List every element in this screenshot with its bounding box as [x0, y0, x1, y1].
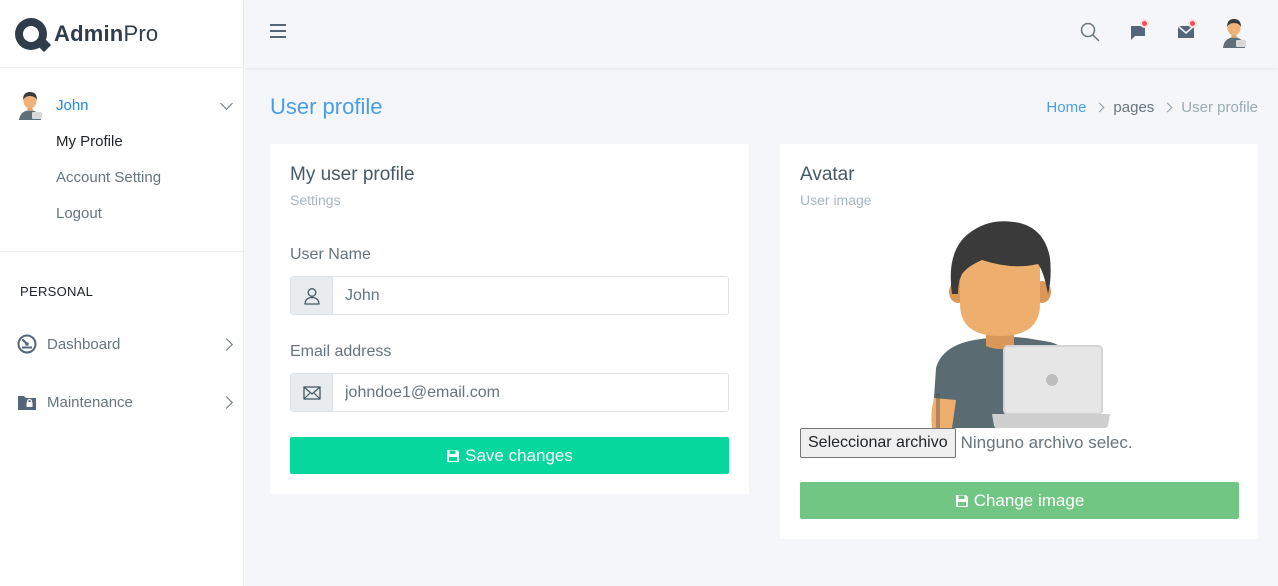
change-image-label: Change image [973, 490, 1085, 510]
notification-dot [1140, 19, 1149, 28]
sidebar-item-dashboard[interactable]: Dashboard [0, 315, 243, 373]
chevron-right-icon [220, 395, 233, 409]
menu-item-account-setting[interactable]: Account Setting [0, 160, 243, 196]
topbar-icons [1066, 16, 1258, 48]
choose-file-button[interactable]: Seleccionar archivo [800, 428, 956, 458]
floppy-disk-icon [447, 449, 460, 462]
card-subtitle: User image [800, 192, 872, 208]
gauge-icon [17, 334, 37, 354]
user-avatar-icon [1223, 19, 1246, 48]
user-avatar-icon [19, 92, 42, 120]
user-avatar-image [931, 221, 1110, 428]
mail-button[interactable] [1162, 16, 1210, 48]
breadcrumb-pages[interactable]: pages [1113, 99, 1154, 116]
chevron-right-icon [1094, 102, 1105, 113]
page-title: User profile [270, 94, 383, 119]
card-title: My user profile [290, 164, 415, 185]
sidebar-item-label: Maintenance [47, 393, 133, 411]
breadcrumb-home[interactable]: Home [1046, 99, 1086, 116]
profile-card: My user profile Settings User Name Email… [270, 144, 749, 494]
user-avatar[interactable] [1210, 16, 1258, 48]
file-status: Ninguno archivo selec. [960, 433, 1133, 452]
envelope-icon [302, 385, 321, 400]
user-menu-toggle[interactable]: John [0, 86, 243, 124]
topbar [244, 0, 1278, 68]
sidebar: AdminPro John My Profile Account Setting… [0, 0, 244, 586]
search-icon [1080, 22, 1100, 42]
user-name: John [56, 96, 89, 114]
logo-icon [15, 17, 52, 52]
logo[interactable]: AdminPro [0, 0, 243, 68]
floppy-disk-icon [955, 494, 968, 507]
change-image-button[interactable]: Change image [800, 482, 1239, 519]
username-group [290, 276, 729, 315]
username-label: User Name [290, 246, 371, 263]
file-input: Seleccionar archivo Ninguno archivo sele… [800, 428, 1133, 458]
breadcrumb-current: User profile [1181, 99, 1258, 116]
user-icon [303, 287, 320, 305]
user-menu: John My Profile Account Setting Logout [0, 68, 243, 252]
messages-button[interactable] [1114, 16, 1162, 48]
card-title: Avatar [800, 164, 855, 185]
save-changes-label: Save changes [465, 445, 573, 465]
notification-dot [1188, 19, 1197, 28]
breadcrumb: Home pages User profile [1046, 99, 1258, 116]
menu-item-logout[interactable]: Logout [0, 196, 243, 232]
card-subtitle: Settings [290, 192, 341, 208]
username-input[interactable] [333, 277, 728, 314]
avatar-card: Avatar User image Seleccionar archivo Ni… [780, 144, 1258, 539]
brand-name-light: Pro [123, 20, 159, 46]
user-submenu: My Profile Account Setting Logout [0, 124, 243, 232]
folder-lock-icon [18, 396, 36, 410]
brand-name-bold: Admin [54, 20, 124, 46]
sidebar-item-maintenance[interactable]: Maintenance [0, 373, 243, 431]
search-button[interactable] [1066, 16, 1114, 48]
hamburger-menu-icon[interactable] [270, 24, 286, 38]
section-label-personal: PERSONAL [20, 284, 94, 299]
menu-item-my-profile[interactable]: My Profile [0, 124, 243, 160]
sidebar-item-label: Dashboard [47, 335, 121, 353]
chevron-down-icon [220, 96, 233, 110]
email-label: Email address [290, 343, 392, 360]
email-input[interactable] [333, 374, 728, 411]
save-changes-button[interactable]: Save changes [290, 437, 729, 474]
email-group [290, 373, 729, 412]
chevron-right-icon [220, 337, 233, 351]
chevron-right-icon [1162, 102, 1173, 113]
